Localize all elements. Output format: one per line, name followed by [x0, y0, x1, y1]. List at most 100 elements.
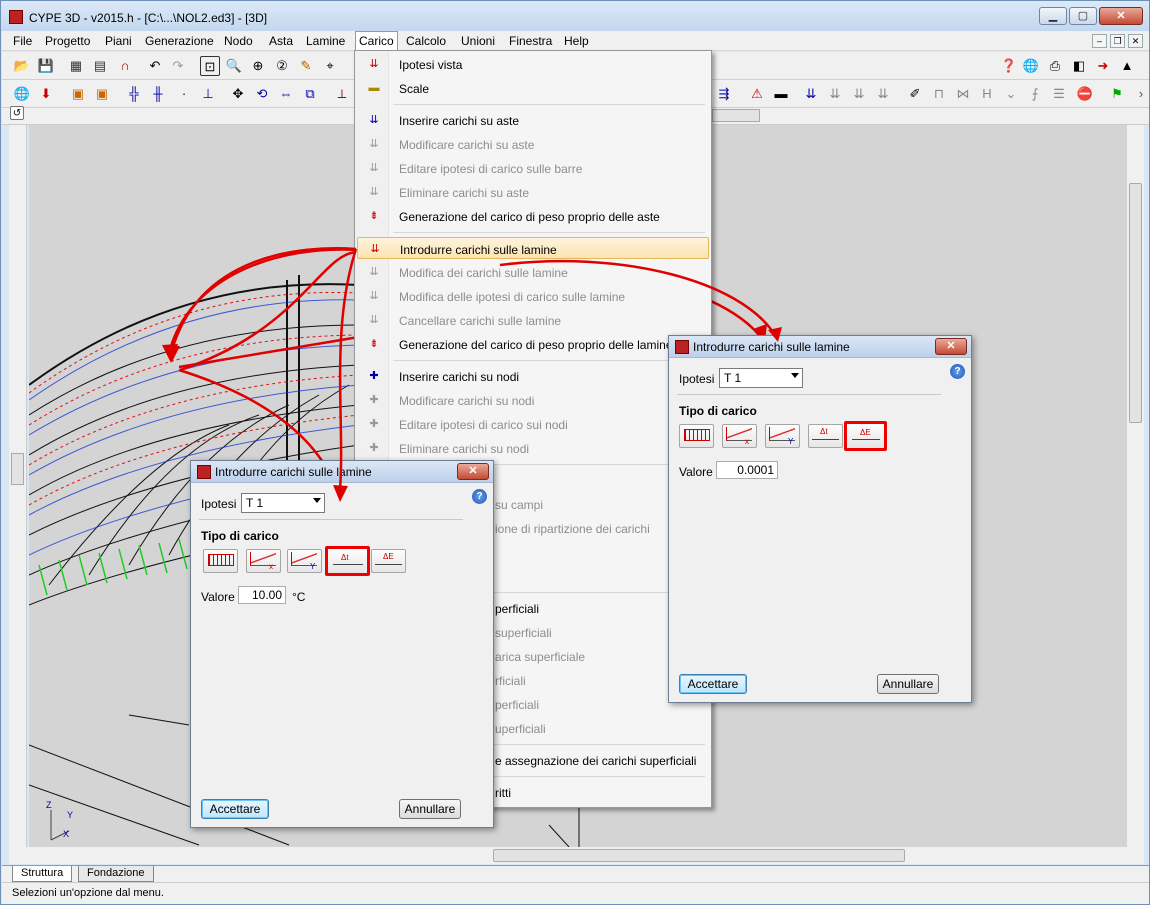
- help-icon[interactable]: ?: [472, 489, 487, 504]
- magnet-icon[interactable]: ∩: [115, 56, 135, 76]
- valore-input[interactable]: 10.00: [238, 586, 286, 604]
- menu-piani[interactable]: Piani: [105, 34, 132, 48]
- node-icon[interactable]: ╬: [124, 84, 144, 104]
- menu-item-peso-proprio-lamine[interactable]: ⇟ Generazione del carico di peso proprio …: [357, 333, 709, 355]
- cube-icon[interactable]: ▣: [68, 84, 88, 104]
- open-folder-icon[interactable]: 📂: [12, 56, 32, 76]
- mirror-icon[interactable]: ⇔: [276, 84, 296, 104]
- load-bar-icon[interactable]: ⇶: [714, 84, 734, 104]
- support-icon[interactable]: ⋈: [953, 84, 973, 104]
- frame-icon[interactable]: ⊓: [929, 84, 949, 104]
- close-button[interactable]: ✕: [1099, 7, 1143, 25]
- menu-item-eliminare-carichi-aste[interactable]: ⇊ Eliminare carichi su aste: [357, 181, 709, 203]
- delete-load-icon[interactable]: ⇊: [873, 84, 893, 104]
- load-type-uniform-button[interactable]: [203, 549, 238, 573]
- array-icon[interactable]: ⧉: [300, 84, 320, 104]
- zoom-extents-icon[interactable]: ②: [272, 56, 292, 76]
- menu-unioni[interactable]: Unioni: [461, 34, 495, 48]
- menu-item-cancellare-carichi-lamine[interactable]: ⇊ Cancellare carichi sulle lamine: [357, 309, 709, 331]
- load-type-delta-t-button[interactable]: Δt: [808, 424, 843, 448]
- menu-carico[interactable]: Carico: [355, 31, 398, 52]
- mdi-restore-button[interactable]: ❐: [1110, 34, 1125, 48]
- menu-lamine[interactable]: Lamine: [306, 34, 345, 48]
- tab-fondazione[interactable]: Fondazione: [78, 866, 154, 882]
- camera-icon[interactable]: ◧: [1069, 56, 1089, 76]
- stop-icon[interactable]: ⛔: [1075, 84, 1095, 104]
- menu-item-editare-ipotesi-nodi[interactable]: ✚ Editare ipotesi di carico sui nodi: [357, 413, 709, 435]
- pencil-icon[interactable]: ✎: [296, 56, 316, 76]
- top-scroll-thumb[interactable]: [712, 109, 760, 122]
- menu-progetto[interactable]: Progetto: [45, 34, 90, 48]
- menu-nodo[interactable]: Nodo: [224, 34, 253, 48]
- scale-icon[interactable]: ▬: [771, 84, 791, 104]
- axes-icon[interactable]: ⟂: [332, 84, 352, 104]
- node-alt-icon[interactable]: ╫: [148, 84, 168, 104]
- print-icon[interactable]: ⎙: [1045, 56, 1065, 76]
- refresh-icon[interactable]: ↺: [10, 106, 24, 120]
- minimize-button[interactable]: ▁: [1039, 7, 1067, 25]
- dialog-close-button[interactable]: ✕: [935, 338, 967, 355]
- draw-icon[interactable]: ✐: [905, 84, 925, 104]
- accept-button[interactable]: Accettare: [201, 799, 269, 819]
- valore-input[interactable]: 0.0001: [716, 461, 778, 479]
- menu-asta[interactable]: Asta: [269, 34, 293, 48]
- insert-load-icon[interactable]: ⇊: [801, 84, 821, 104]
- license-icon[interactable]: ▲: [1117, 56, 1137, 76]
- help-icon[interactable]: ?: [950, 364, 965, 379]
- menu-item-peso-proprio-aste[interactable]: ⇟ Generazione del carico di peso proprio …: [357, 205, 709, 227]
- load-type-delta-t-button[interactable]: Δt: [325, 546, 370, 576]
- accept-button[interactable]: Accettare: [679, 674, 747, 694]
- menu-help[interactable]: Help: [564, 34, 589, 48]
- zoom-icon[interactable]: 🔍: [224, 56, 244, 76]
- load-type-delta-e-button[interactable]: ΔE: [371, 549, 406, 573]
- pan-icon[interactable]: ⊕: [248, 56, 268, 76]
- load-type-x-button[interactable]: x: [246, 549, 281, 573]
- save-icon[interactable]: 💾: [36, 56, 56, 76]
- point-icon[interactable]: ·: [174, 84, 194, 104]
- bottom-scrollbar[interactable]: [9, 847, 1144, 864]
- load-type-y-button[interactable]: Y: [287, 549, 322, 573]
- mdi-minimize-button[interactable]: –: [1092, 34, 1107, 48]
- load-type-y-button[interactable]: Y: [765, 424, 800, 448]
- function-icon[interactable]: ⨍: [1025, 84, 1045, 104]
- menu-item-inserire-carichi-aste[interactable]: ⇊ Inserire carichi su aste: [357, 109, 709, 131]
- right-scroll-thumb[interactable]: [1129, 183, 1142, 423]
- ipotesi-select[interactable]: T 1: [241, 493, 325, 513]
- menu-item-modifica-carichi-lamine[interactable]: ⇊ Modifica dei carichi sulle lamine: [357, 261, 709, 283]
- tab-struttura[interactable]: Struttura: [12, 866, 73, 882]
- import-icon[interactable]: ▤: [90, 56, 110, 76]
- menu-item-eliminare-carichi-nodi[interactable]: ✚ Eliminare carichi su nodi: [357, 437, 709, 459]
- left-scrollbar[interactable]: [9, 125, 27, 847]
- maximize-button[interactable]: ▢: [1069, 7, 1097, 25]
- export-icon[interactable]: ▦: [66, 56, 86, 76]
- menu-calcolo[interactable]: Calcolo: [406, 34, 446, 48]
- cancel-button[interactable]: Annullare: [877, 674, 939, 694]
- measure-icon[interactable]: ⌖: [320, 56, 340, 76]
- cancel-button[interactable]: Annullare: [399, 799, 461, 819]
- chevron-icon[interactable]: ⌄: [1001, 84, 1021, 104]
- load-type-x-button[interactable]: x: [722, 424, 757, 448]
- help-icon[interactable]: ❓: [999, 56, 1019, 76]
- cube-alt-icon[interactable]: ▣: [92, 84, 112, 104]
- load-type-delta-e-button[interactable]: ΔE: [844, 421, 887, 451]
- bar-icon[interactable]: ⊥: [198, 84, 218, 104]
- menu-item-modifica-ipotesi-lamine[interactable]: ⇊ Modifica delle ipotesi di carico sulle …: [357, 285, 709, 307]
- download-icon[interactable]: ⬇: [36, 84, 56, 104]
- web-icon[interactable]: 🌐: [1021, 56, 1041, 76]
- more-icon[interactable]: ›: [1131, 84, 1150, 104]
- undo-icon[interactable]: ↶: [145, 56, 165, 76]
- h-section-icon[interactable]: H: [977, 84, 997, 104]
- redo-icon[interactable]: ↷: [168, 56, 188, 76]
- rotate-icon[interactable]: ⟲: [252, 84, 272, 104]
- left-scroll-thumb[interactable]: [11, 453, 24, 485]
- menu-item-editare-ipotesi-barre[interactable]: ⇊ Editare ipotesi di carico sulle barre: [357, 157, 709, 179]
- ipotesi-select[interactable]: T 1: [719, 368, 803, 388]
- menu-generazione[interactable]: Generazione: [145, 34, 214, 48]
- load-view-icon[interactable]: ⚠: [747, 84, 767, 104]
- bottom-scroll-thumb[interactable]: [493, 849, 905, 862]
- menu-item-ipotesi-vista[interactable]: ⇊ Ipotesi vista: [357, 53, 709, 75]
- menu-item-scale[interactable]: ▬ Scale: [357, 77, 709, 99]
- menu-finestra[interactable]: Finestra: [509, 34, 552, 48]
- menu-item-modificare-carichi-aste[interactable]: ⇊ Modificare carichi su aste: [357, 133, 709, 155]
- globe-icon[interactable]: 🌐: [12, 84, 32, 104]
